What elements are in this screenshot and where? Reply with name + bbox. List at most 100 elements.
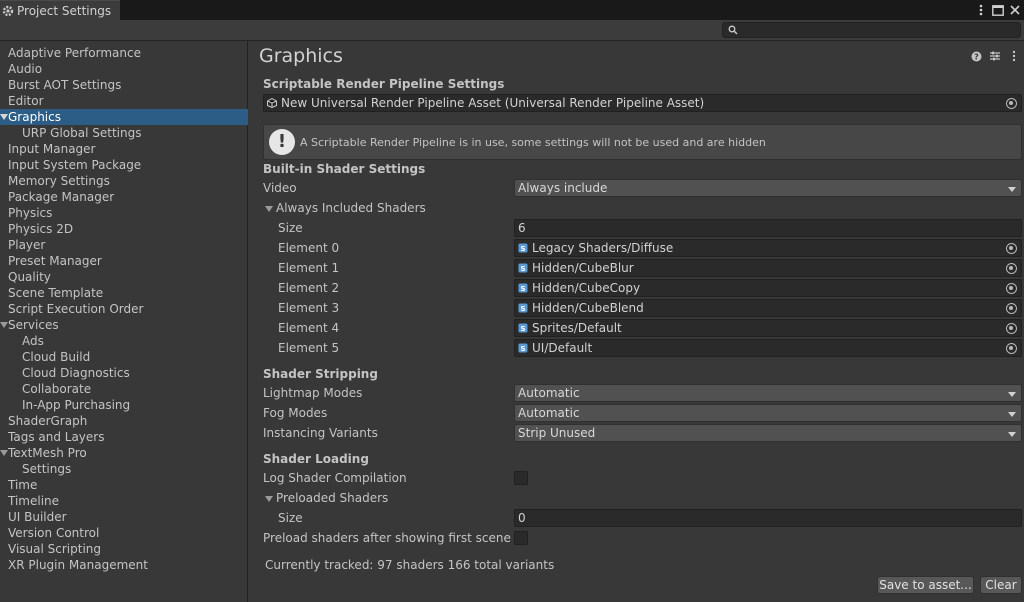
object-picker-icon[interactable]	[1006, 323, 1017, 334]
sidebar-item-time[interactable]: Time	[0, 477, 248, 493]
sidebar-item-tags-and-layers[interactable]: Tags and Layers	[0, 429, 248, 445]
tracked-shaders-status: Currently tracked: 97 shaders 166 total …	[265, 558, 555, 572]
sidebar-item-textmesh-pro[interactable]: TextMesh Pro	[0, 445, 248, 461]
sidebar-item-visual-scripting[interactable]: Visual Scripting	[0, 541, 248, 557]
sidebar-item-input-manager[interactable]: Input Manager	[0, 141, 248, 157]
close-icon[interactable]	[1007, 2, 1023, 18]
sidebar-item-in-app-purchasing[interactable]: In-App Purchasing	[0, 397, 248, 413]
shader-element-field[interactable]: S Hidden/CubeBlur	[514, 259, 1022, 277]
log-shader-compilation-checkbox[interactable]	[514, 471, 528, 485]
sidebar-item-script-execution-order[interactable]: Script Execution Order	[0, 301, 248, 317]
sidebar-item-physics[interactable]: Physics	[0, 205, 248, 221]
sidebar-item-label: Graphics	[8, 110, 61, 124]
sidebar-item-memory-settings[interactable]: Memory Settings	[0, 173, 248, 189]
svg-text:S: S	[520, 265, 525, 273]
more-options-icon[interactable]	[973, 2, 989, 18]
always-included-foldout-icon[interactable]	[265, 206, 273, 212]
sidebar-item-package-manager[interactable]: Package Manager	[0, 189, 248, 205]
more-options-icon[interactable]	[1008, 50, 1020, 62]
object-picker-icon[interactable]	[1006, 343, 1017, 354]
sidebar-item-timeline[interactable]: Timeline	[0, 493, 248, 509]
object-picker-icon[interactable]	[1006, 283, 1017, 294]
sidebar-item-burst-aot-settings[interactable]: Burst AOT Settings	[0, 77, 248, 93]
shader-element-field[interactable]: S Hidden/CubeBlend	[514, 299, 1022, 317]
toolbar	[0, 20, 1024, 41]
object-picker-icon[interactable]	[1006, 263, 1017, 274]
sidebar-item-adaptive-performance[interactable]: Adaptive Performance	[0, 45, 248, 61]
sidebar-item-audio[interactable]: Audio	[0, 61, 248, 77]
preloaded-shaders-foldout-icon[interactable]	[265, 496, 273, 502]
render-pipeline-asset-field[interactable]: New Universal Render Pipeline Asset (Uni…	[263, 94, 1022, 112]
sidebar-item-services[interactable]: Services	[0, 317, 248, 333]
sidebar-item-graphics[interactable]: Graphics	[0, 109, 248, 125]
srp-section-heading: Scriptable Render Pipeline Settings	[263, 77, 505, 91]
preload-after-first-scene-label: Preload shaders after showing first scen…	[263, 531, 511, 545]
sidebar-item-input-system-package[interactable]: Input System Package	[0, 157, 248, 173]
sidebar-item-urp-global-settings[interactable]: URP Global Settings	[0, 125, 248, 141]
maximize-icon[interactable]	[990, 2, 1006, 18]
lightmap-modes-label: Lightmap Modes	[263, 386, 363, 400]
sidebar-item-shadergraph[interactable]: ShaderGraph	[0, 413, 248, 429]
sidebar-item-quality[interactable]: Quality	[0, 269, 248, 285]
shader-icon: S	[518, 323, 528, 333]
chevron-down-icon	[1008, 412, 1016, 417]
shader-element-value: Hidden/CubeCopy	[532, 281, 641, 295]
element-label: Element 5	[278, 341, 340, 355]
preload-after-first-scene-checkbox[interactable]	[514, 531, 528, 545]
instancing-variants-dropdown[interactable]: Strip Unused	[514, 424, 1022, 442]
sidebar-item-collaborate[interactable]: Collaborate	[0, 381, 248, 397]
element-label: Element 3	[278, 301, 340, 315]
gear-icon	[2, 5, 14, 16]
lightmap-modes-dropdown[interactable]: Automatic	[514, 384, 1022, 402]
search-input[interactable]	[722, 22, 1021, 38]
title-bar: Project Settings	[0, 0, 1024, 20]
element-label: Element 1	[278, 261, 340, 275]
shader-element-field[interactable]: S Hidden/CubeCopy	[514, 279, 1022, 297]
preset-icon[interactable]	[989, 50, 1001, 62]
preloaded-shaders-label[interactable]: Preloaded Shaders	[276, 491, 388, 505]
object-picker-icon[interactable]	[1006, 243, 1017, 254]
sidebar-item-player[interactable]: Player	[0, 237, 248, 253]
sidebar-item-preset-manager[interactable]: Preset Manager	[0, 253, 248, 269]
foldout-arrow-icon[interactable]	[0, 114, 8, 120]
shader-element-field[interactable]: S Legacy Shaders/Diffuse	[514, 239, 1022, 257]
svg-text:S: S	[520, 245, 525, 253]
object-picker-icon[interactable]	[1006, 303, 1017, 314]
sidebar-item-cloud-diagnostics[interactable]: Cloud Diagnostics	[0, 365, 248, 381]
svg-text:S: S	[520, 345, 525, 353]
element-label: Element 0	[278, 241, 340, 255]
sidebar-item-textmesh-settings[interactable]: Settings	[0, 461, 248, 477]
save-to-asset-button[interactable]: Save to asset...	[877, 576, 974, 594]
sidebar-item-ads[interactable]: Ads	[0, 333, 248, 349]
sidebar-item-ui-builder[interactable]: UI Builder	[0, 509, 248, 525]
video-label: Video	[263, 181, 297, 195]
shader-element-field[interactable]: S UI/Default	[514, 339, 1022, 357]
tab-title: Project Settings	[17, 3, 112, 18]
shader-element-field[interactable]: S Sprites/Default	[514, 319, 1022, 337]
video-dropdown[interactable]: Always include	[514, 179, 1022, 197]
instancing-variants-label: Instancing Variants	[263, 426, 378, 440]
always-included-shaders-label[interactable]: Always Included Shaders	[276, 201, 426, 215]
element-label: Element 4	[278, 321, 340, 335]
object-picker-icon[interactable]	[1006, 98, 1017, 109]
sidebar-item-editor[interactable]: Editor	[0, 93, 248, 109]
sidebar-item-physics-2d[interactable]: Physics 2D	[0, 221, 248, 237]
shader-element-value: Sprites/Default	[532, 321, 622, 335]
foldout-arrow-icon[interactable]	[0, 322, 8, 328]
sidebar-item-scene-template[interactable]: Scene Template	[0, 285, 248, 301]
always-included-size-field[interactable]: 6	[514, 219, 1022, 237]
sidebar-item-xr-plugin-management[interactable]: XR Plugin Management	[0, 557, 248, 573]
chevron-down-icon	[1008, 392, 1016, 397]
fog-modes-dropdown[interactable]: Automatic	[514, 404, 1022, 422]
sidebar-item-version-control[interactable]: Version Control	[0, 525, 248, 541]
sidebar-item-label: Services	[8, 318, 59, 332]
foldout-arrow-icon[interactable]	[0, 450, 8, 456]
render-pipeline-asset-value: New Universal Render Pipeline Asset (Uni…	[281, 96, 705, 110]
instancing-variants-value: Strip Unused	[518, 426, 596, 440]
help-icon[interactable]: ?	[970, 50, 982, 62]
clear-button[interactable]: Clear	[980, 576, 1022, 594]
sidebar-item-cloud-build[interactable]: Cloud Build	[0, 349, 248, 365]
settings-sidebar: Adaptive Performance Audio Burst AOT Set…	[0, 41, 248, 602]
tab-project-settings[interactable]: Project Settings	[0, 0, 120, 20]
preloaded-size-field[interactable]: 0	[514, 509, 1022, 527]
